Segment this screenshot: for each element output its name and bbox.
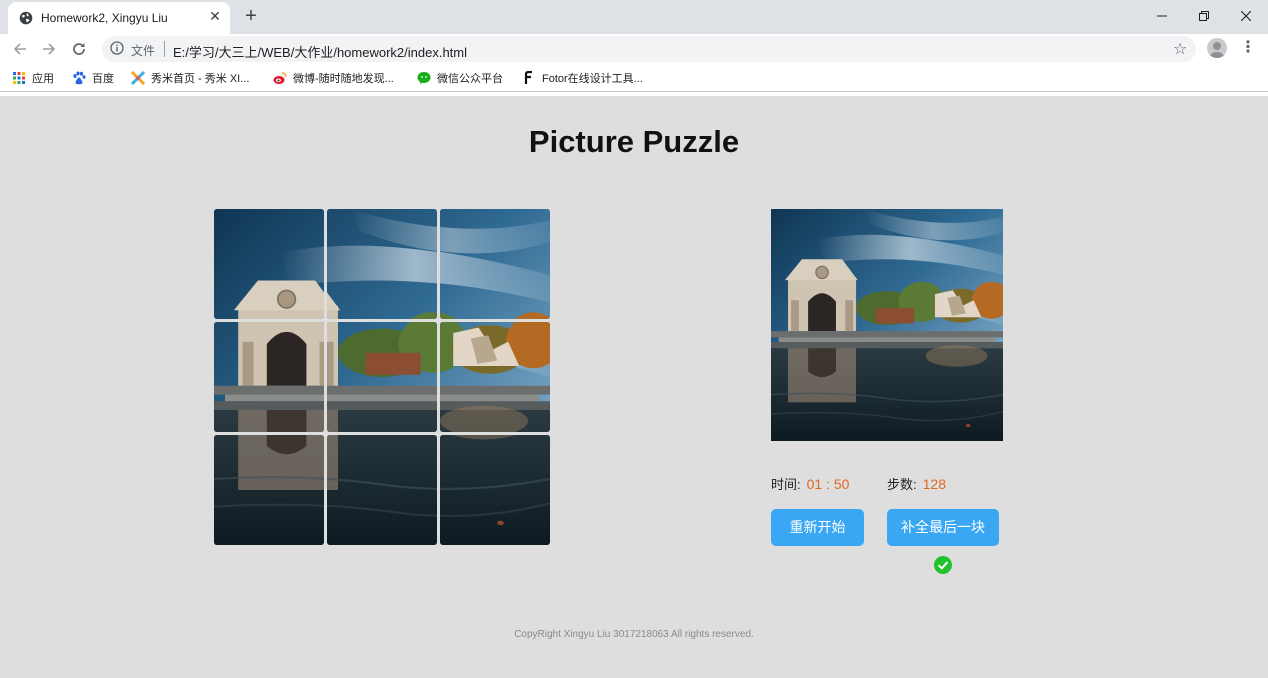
close-window-icon[interactable] — [1232, 4, 1260, 26]
bookmark-label: 微信公众平台 — [437, 73, 503, 85]
reference-image — [771, 209, 1003, 441]
reload-icon[interactable] — [68, 38, 90, 60]
puzzle-piece[interactable] — [214, 209, 324, 319]
bookmark-wechat[interactable]: 微信公众平台 — [417, 70, 503, 88]
fotor-icon — [524, 71, 532, 84]
timer-label: 时间: — [771, 477, 801, 492]
xiumi-icon — [131, 71, 145, 85]
puzzle-board — [214, 209, 551, 546]
info-icon[interactable] — [110, 41, 124, 55]
wechat-icon — [417, 72, 431, 84]
bookmarks-bar: 应用 百度 秀米首页 - 秀米 XI... 微博-随时随地发现... 微信公众平… — [0, 66, 1268, 92]
back-arrow-icon[interactable] — [9, 38, 31, 60]
puzzle-piece[interactable] — [214, 322, 324, 432]
page-title: Picture Puzzle — [528, 124, 740, 159]
timer-value: 01 : 50 — [806, 476, 850, 492]
puzzle-piece[interactable] — [327, 322, 437, 432]
browser-chrome: Homework2, Xingyu Liu ✕ + 文件 E:/学习/大三上/W… — [0, 0, 1268, 96]
step-counter: 步数: 128 — [887, 474, 946, 493]
restart-button[interactable]: 重新开始 — [771, 509, 864, 546]
bookmark-weibo[interactable]: 微博-随时随地发现... — [273, 70, 394, 88]
browser-toolbar: 文件 E:/学习/大三上/WEB/大作业/homework2/index.htm… — [0, 34, 1268, 64]
profile-avatar-icon[interactable] — [1207, 38, 1227, 58]
puzzle-piece[interactable] — [327, 209, 437, 319]
new-tab-button[interactable]: + — [240, 6, 262, 28]
url-divider — [164, 41, 165, 57]
globe-icon — [19, 11, 33, 25]
bookmark-xiumi[interactable]: 秀米首页 - 秀米 XI... — [131, 70, 249, 88]
file-scheme-label: 文件 — [131, 44, 156, 58]
restore-icon[interactable] — [1190, 4, 1218, 26]
bookmark-baidu[interactable]: 百度 — [72, 70, 114, 88]
puzzle-piece[interactable] — [214, 435, 324, 545]
bookmark-label: 秀米首页 - 秀米 XI... — [151, 73, 250, 85]
url-text[interactable]: E:/学习/大三上/WEB/大作业/homework2/index.html — [173, 42, 467, 61]
bookmark-label: 微博-随时随地发现... — [293, 73, 394, 85]
bookmark-star-icon[interactable]: ☆ — [1173, 39, 1187, 59]
bookmark-apps[interactable]: 应用 — [12, 70, 54, 88]
steps-value: 128 — [922, 476, 946, 492]
baidu-paw-icon — [73, 71, 86, 85]
minimize-icon[interactable] — [1148, 4, 1176, 26]
bookmark-label: 应用 — [32, 73, 54, 85]
puzzle-piece[interactable] — [440, 209, 550, 319]
footer-copyright: CopyRight Xingyu Liu 3017218063 All righ… — [514, 629, 754, 640]
tab-title: Homework2, Xingyu Liu — [41, 11, 168, 25]
address-bar[interactable]: 文件 E:/学习/大三上/WEB/大作业/homework2/index.htm… — [102, 36, 1196, 62]
puzzle-piece[interactable] — [440, 435, 550, 545]
tab-strip: Homework2, Xingyu Liu ✕ + — [0, 0, 1268, 34]
apps-icon — [13, 72, 25, 84]
more-menu-icon[interactable]: ⋮ — [1240, 38, 1256, 58]
puzzle-piece[interactable] — [327, 435, 437, 545]
weibo-icon — [273, 72, 287, 84]
complete-last-piece-button[interactable]: 补全最后一块 — [887, 509, 999, 546]
steps-label: 步数: — [887, 477, 917, 492]
timer: 时间: 01 : 50 — [771, 474, 849, 493]
puzzle-piece[interactable] — [440, 322, 550, 432]
close-tab-icon[interactable]: ✕ — [207, 8, 223, 24]
forward-arrow-icon[interactable] — [38, 38, 60, 60]
browser-tab[interactable]: Homework2, Xingyu Liu ✕ — [8, 2, 230, 34]
bookmark-label: Fotor在线设计工具... — [542, 73, 643, 85]
bookmark-fotor[interactable]: Fotor在线设计工具... — [522, 70, 643, 88]
bookmark-label: 百度 — [92, 73, 114, 85]
success-check-icon — [934, 556, 952, 574]
